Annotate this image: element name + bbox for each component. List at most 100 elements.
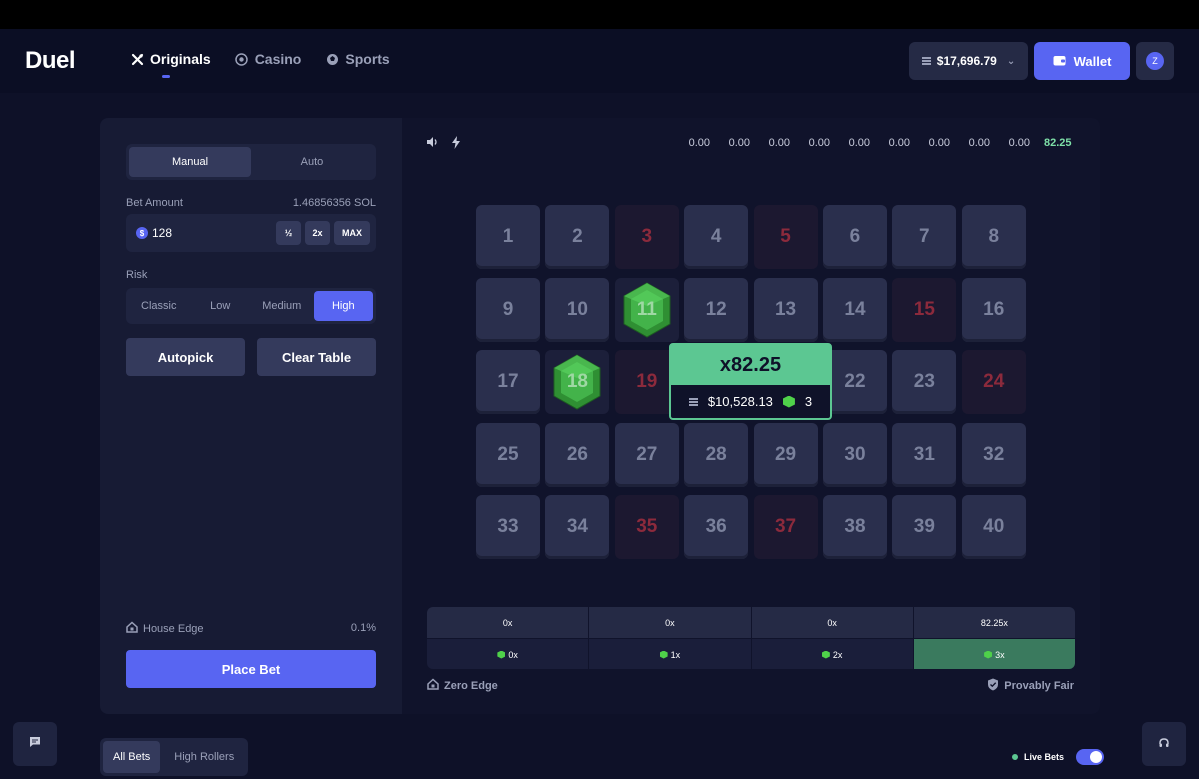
lightning-icon[interactable]: [451, 136, 461, 152]
place-bet-button[interactable]: Place Bet: [126, 650, 376, 688]
risk-high-button[interactable]: High: [313, 291, 373, 321]
keno-tile[interactable]: 6: [822, 205, 887, 269]
keno-tile-number: 9: [502, 298, 514, 320]
keno-tile[interactable]: 25: [476, 422, 540, 487]
keno-tile[interactable]: 39: [892, 495, 957, 560]
tab-all-bets[interactable]: All Bets: [103, 741, 161, 773]
risk-low-button[interactable]: Low: [191, 291, 251, 321]
keno-tile[interactable]: 23: [892, 350, 957, 415]
keno-tile-number: 3: [641, 226, 653, 247]
keno-tile-drawn[interactable]: 37: [753, 495, 818, 560]
bet-amount-input[interactable]: 128: [152, 226, 172, 240]
keno-tile-number: 4: [710, 226, 722, 247]
payout-hits: 0x: [427, 639, 589, 669]
support-button[interactable]: [1142, 722, 1186, 766]
bet-amount-sol: 1.46856356 SOL: [292, 197, 376, 209]
keno-tile[interactable]: 10: [545, 277, 610, 342]
keno-tile-drawn[interactable]: 5: [753, 205, 818, 269]
payout-multiplier: 0x: [751, 607, 913, 638]
wallet-icon: [1053, 54, 1066, 69]
live-bets-toggle[interactable]: [1076, 749, 1105, 765]
keno-tile-hit[interactable]: 18: [545, 350, 610, 415]
keno-tile[interactable]: 28: [684, 422, 749, 487]
keno-tile[interactable]: 16: [961, 277, 1026, 342]
keno-tile[interactable]: 4: [684, 205, 749, 269]
keno-tile[interactable]: 14: [822, 277, 887, 342]
keno-tile[interactable]: 9: [476, 277, 540, 342]
wallet-button[interactable]: Wallet: [1034, 42, 1130, 80]
zero-edge[interactable]: Zero Edge: [427, 678, 498, 693]
multiplier-value: 0.00: [1008, 137, 1030, 149]
keno-tile[interactable]: 1: [476, 205, 540, 269]
keno-tile[interactable]: 36: [684, 495, 749, 560]
keno-tile[interactable]: 17: [476, 350, 540, 415]
risk-medium-button[interactable]: Medium: [252, 291, 312, 321]
risk-classic-button[interactable]: Classic: [129, 291, 189, 321]
keno-tile[interactable]: 34: [545, 495, 610, 560]
keno-tile[interactable]: 8: [961, 205, 1026, 269]
max-bet-button[interactable]: MAX: [334, 221, 370, 245]
win-multiplier: x82.25: [671, 345, 830, 385]
sound-icon[interactable]: [426, 136, 439, 152]
clear-table-button[interactable]: Clear Table: [257, 338, 376, 376]
keno-tile-drawn[interactable]: 35: [614, 495, 679, 560]
hits-label: 1x: [670, 649, 681, 660]
keno-tile[interactable]: 12: [684, 277, 749, 342]
hits-label: 0x: [508, 649, 518, 660]
keno-tile-drawn[interactable]: 24: [961, 350, 1026, 415]
keno-tile[interactable]: 33: [476, 495, 540, 560]
nav-originals[interactable]: Originals: [130, 51, 211, 78]
chat-button[interactable]: [13, 722, 57, 766]
keno-tile-drawn[interactable]: 15: [892, 277, 957, 342]
autopick-button[interactable]: Autopick: [126, 338, 245, 376]
keno-tile-number: 13: [774, 298, 797, 320]
mode-auto-button[interactable]: Auto: [251, 147, 373, 177]
house-edge: House Edge: [126, 621, 204, 636]
keno-tile[interactable]: 32: [961, 422, 1026, 487]
keno-tile[interactable]: 7: [892, 205, 957, 269]
keno-tile-number: 27: [636, 443, 658, 465]
half-bet-button[interactable]: ½: [276, 221, 301, 245]
multiplier-value: 0.00: [808, 137, 830, 149]
mode-manual-button[interactable]: Manual: [129, 147, 251, 177]
house-edge-label: House Edge: [143, 622, 204, 635]
keno-tile-number: 22: [844, 371, 866, 393]
nav-casino-label: Casino: [254, 51, 302, 67]
multiplier-value: 0.00: [928, 137, 950, 149]
solana-icon: [688, 397, 698, 406]
multiplier-row: 0.00 0.00 0.00 0.00 0.00 0.00 0.00 0.00 …: [684, 137, 1072, 149]
nav-sports[interactable]: Sports: [325, 51, 390, 67]
keno-tile-number: 32: [983, 443, 1005, 465]
keno-tile[interactable]: 38: [822, 495, 887, 560]
chat-icon: [29, 735, 41, 753]
multiplier-value: 0.00: [888, 137, 910, 149]
keno-tile[interactable]: 27: [614, 422, 679, 487]
keno-tile-number: 33: [497, 516, 519, 538]
browser-top-bar: [0, 0, 1199, 29]
keno-tile[interactable]: 22: [822, 350, 887, 415]
keno-tile[interactable]: 13: [753, 277, 818, 342]
duel-logo[interactable]: Duel: [25, 47, 76, 75]
bet-amount-field[interactable]: $ 128 ½ 2x MAX: [126, 214, 376, 252]
keno-tile[interactable]: 30: [822, 422, 887, 487]
keno-tile-drawn[interactable]: 3: [614, 205, 679, 269]
profile-button[interactable]: Z: [1136, 42, 1174, 80]
double-bet-button[interactable]: 2x: [305, 221, 330, 245]
keno-tile-number: 26: [566, 443, 588, 465]
keno-tile[interactable]: 26: [545, 422, 610, 487]
bets-tabs: All Bets High Rollers: [100, 738, 248, 776]
keno-tile[interactable]: 29: [753, 422, 818, 487]
keno-tile-number: 16: [983, 298, 1005, 320]
keno-tile-number: 40: [983, 516, 1005, 538]
balance-dropdown[interactable]: $17,696.79 ⌄: [909, 42, 1028, 80]
provably-fair[interactable]: Provably Fair: [987, 678, 1074, 694]
keno-tile[interactable]: 31: [892, 422, 957, 487]
keno-tile[interactable]: 2: [545, 205, 610, 269]
keno-board-panel: 0.00 0.00 0.00 0.00 0.00 0.00 0.00 0.00 …: [402, 118, 1100, 714]
nav-casino[interactable]: Casino: [235, 51, 302, 67]
keno-tile-number: 6: [849, 226, 861, 247]
keno-tile-hit[interactable]: 11: [614, 277, 679, 342]
keno-tile[interactable]: 40: [961, 495, 1026, 560]
balance-value: $17,696.79: [936, 54, 997, 68]
tab-high-rollers[interactable]: High Rollers: [164, 741, 244, 773]
